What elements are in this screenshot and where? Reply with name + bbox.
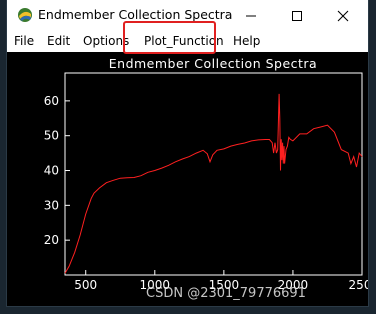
- close-button[interactable]: [320, 0, 366, 31]
- y-tick-label: 20: [44, 233, 59, 247]
- app-icon: [17, 7, 33, 23]
- axes-frame: [64, 72, 363, 276]
- x-tick-label: 500: [74, 278, 97, 292]
- x-tick-label: 250: [349, 278, 368, 292]
- spectra-chart: Endmember Collection Spectra 500 1000 1500…: [44, 56, 372, 292]
- y-tick-label: 30: [44, 198, 59, 212]
- axis-tick-labels: 500 1000 1500 2000 2502030405060: [44, 94, 372, 292]
- menu-help[interactable]: Help: [233, 34, 260, 48]
- window-title: Endmember Collection Spectra: [38, 7, 233, 22]
- y-tick-label: 60: [44, 94, 59, 108]
- minimize-button[interactable]: [228, 0, 274, 31]
- y-tick-label: 50: [44, 129, 59, 143]
- y-tick-label: 40: [44, 164, 59, 178]
- highlight-annotation: [123, 21, 216, 54]
- spectrum-line: [64, 93, 363, 274]
- maximize-button[interactable]: [274, 0, 320, 31]
- watermark-text: CSDN @2301_79776691: [146, 286, 306, 301]
- chart-title: Endmember Collection Spectra: [109, 56, 317, 71]
- close-icon: [337, 10, 349, 21]
- plot-area: Endmember Collection Spectra 500 1000 1500…: [7, 52, 372, 306]
- menu-edit[interactable]: Edit: [47, 34, 70, 48]
- axis-ticks: [65, 100, 363, 275]
- minimize-icon: [246, 15, 256, 16]
- maximize-icon: [292, 10, 302, 21]
- menu-file[interactable]: File: [14, 34, 34, 48]
